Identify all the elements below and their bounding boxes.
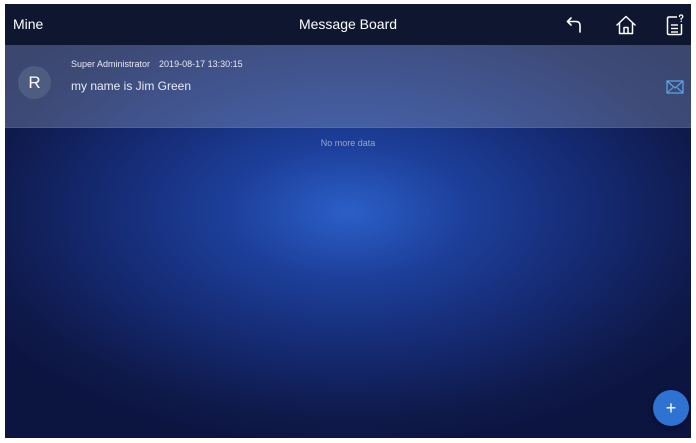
- message-author: Super Administrator: [71, 59, 151, 69]
- message-text: my name is Jim Green: [71, 79, 192, 93]
- back-arrow-icon: [566, 17, 581, 33]
- back-button[interactable]: [562, 12, 588, 38]
- notes-icon: [666, 14, 684, 36]
- no-more-data-label: No more data: [320, 138, 376, 148]
- mail-button[interactable]: [666, 80, 684, 94]
- mail-icon: [666, 80, 684, 94]
- page-title: Message Board: [298, 16, 398, 32]
- message-timestamp: 2019-08-17 13:30:15: [159, 59, 243, 69]
- home-icon: [616, 15, 636, 35]
- avatar: R: [18, 66, 51, 99]
- home-button[interactable]: [613, 12, 639, 38]
- message-meta: Super Administrator 2019-08-17 13:30:15: [71, 59, 243, 69]
- top-bar: Mine Message Board: [5, 4, 691, 45]
- notes-button[interactable]: [662, 12, 688, 38]
- message-board-screen: Mine Message Board R Super Administrator…: [5, 4, 691, 438]
- add-message-button[interactable]: +: [653, 390, 689, 426]
- mine-label[interactable]: Mine: [13, 4, 43, 45]
- message-row[interactable]: R Super Administrator 2019-08-17 13:30:15…: [5, 45, 691, 128]
